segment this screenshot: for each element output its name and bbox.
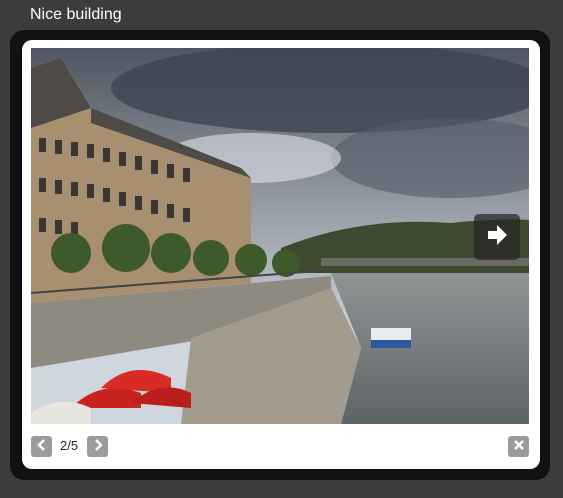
chevron-right-icon (93, 438, 103, 456)
close-button[interactable] (508, 436, 529, 457)
next-button[interactable] (87, 436, 108, 457)
lightbox-title: Nice building (30, 6, 122, 23)
arrow-right-icon (486, 223, 508, 252)
image-counter: 2/5 (60, 438, 79, 453)
lightbox-photo (31, 48, 529, 424)
close-icon (513, 438, 525, 456)
overlay-next-button[interactable] (474, 214, 520, 260)
chevron-left-icon (36, 438, 47, 456)
previous-button[interactable] (31, 436, 52, 457)
